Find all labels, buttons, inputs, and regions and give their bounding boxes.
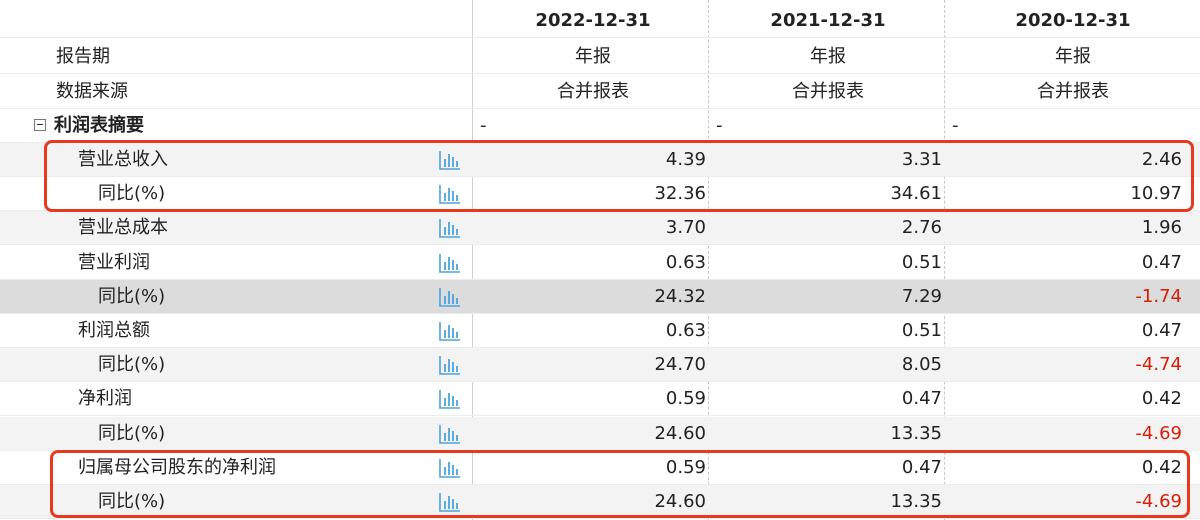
- row-label: 同比(%): [98, 285, 166, 307]
- table-row: 营业利润 0.63 0.51 0.47: [0, 246, 1200, 280]
- cell-value: 24.70: [654, 354, 706, 376]
- column-header-2022[interactable]: 2022-12-31: [478, 4, 708, 38]
- row-label: 营业总成本: [78, 217, 168, 239]
- cell-value: 合并报表: [1037, 81, 1109, 102]
- table-row: 同比(%) 24.60 13.35 -4.69: [0, 416, 1200, 451]
- table-row: 利润总额 0.63 0.51 0.47: [0, 314, 1200, 348]
- row-label: 营业利润: [78, 251, 150, 273]
- row-label: 同比(%): [98, 422, 166, 444]
- row-label: 利润总额: [78, 320, 150, 341]
- cell-value: 合并报表: [792, 81, 864, 102]
- bar-chart-icon[interactable]: [438, 320, 462, 342]
- table-row: 同比(%) 24.70 8.05 -4.74: [0, 348, 1200, 383]
- section-row-income-summary[interactable]: 利润表摘要 - - -: [0, 109, 1200, 143]
- collapse-minus-icon[interactable]: [34, 119, 46, 131]
- table-row: 营业总成本 3.70 2.76 1.96: [0, 211, 1200, 246]
- cell-value: -: [716, 115, 723, 136]
- income-statement-table: 2022-12-31 2021-12-31 2020-12-31 报告期 年报 …: [0, 0, 1200, 520]
- cell-value: 0.51: [901, 320, 942, 341]
- report-period-row: 报告期 年报 年报 年报: [0, 40, 1200, 74]
- cell-value: -4.74: [1135, 354, 1182, 376]
- cell-value: -: [952, 115, 959, 136]
- bar-chart-icon[interactable]: [438, 423, 462, 445]
- column-header-2021[interactable]: 2021-12-31: [710, 4, 946, 38]
- bar-chart-icon[interactable]: [438, 354, 462, 376]
- header-row: 2022-12-31 2021-12-31 2020-12-31: [0, 4, 1200, 38]
- row-label: 数据来源: [56, 81, 128, 102]
- cell-value: -: [480, 115, 487, 136]
- bar-chart-icon[interactable]: [438, 217, 462, 239]
- cell-value: 年报: [575, 46, 611, 67]
- table-row: 净利润 0.59 0.47 0.42: [0, 382, 1200, 417]
- cell-value: 13.35: [890, 422, 942, 444]
- cell-value: 0.42: [1141, 388, 1182, 410]
- cell-value: 0.47: [1141, 251, 1182, 273]
- highlight-box: [50, 450, 1190, 518]
- cell-value: 0.47: [1141, 320, 1182, 341]
- bar-chart-icon[interactable]: [438, 388, 462, 410]
- cell-value: 0.63: [665, 251, 706, 273]
- row-label: 净利润: [78, 388, 132, 410]
- cell-value: 0.47: [901, 388, 942, 410]
- cell-value: -4.69: [1135, 422, 1182, 444]
- section-label: 利润表摘要: [54, 115, 144, 136]
- cell-value: 0.59: [665, 388, 706, 410]
- cell-value: 1.96: [1141, 217, 1182, 239]
- column-header-2020[interactable]: 2020-12-31: [946, 4, 1200, 38]
- cell-value: 2.76: [901, 217, 942, 239]
- cell-value: 年报: [810, 46, 846, 67]
- cell-value: 8.05: [901, 354, 942, 376]
- cell-value: -1.74: [1135, 285, 1182, 307]
- row-label: 同比(%): [98, 354, 166, 376]
- cell-value: 3.70: [665, 217, 706, 239]
- cell-value: 合并报表: [557, 81, 629, 102]
- bar-chart-icon[interactable]: [438, 252, 462, 274]
- cell-value: 年报: [1055, 46, 1091, 67]
- bar-chart-icon[interactable]: [438, 286, 462, 308]
- cell-value: 0.63: [665, 320, 706, 341]
- row-label: 报告期: [56, 46, 110, 67]
- cell-value: 7.29: [901, 285, 942, 307]
- cell-value: 24.32: [654, 285, 706, 307]
- cell-value: 0.51: [901, 251, 942, 273]
- highlight-box: [44, 140, 1194, 212]
- table-row: 同比(%) 24.32 7.29 -1.74: [0, 279, 1200, 314]
- cell-value: 24.60: [654, 422, 706, 444]
- data-source-row: 数据来源 合并报表 合并报表 合并报表: [0, 75, 1200, 109]
